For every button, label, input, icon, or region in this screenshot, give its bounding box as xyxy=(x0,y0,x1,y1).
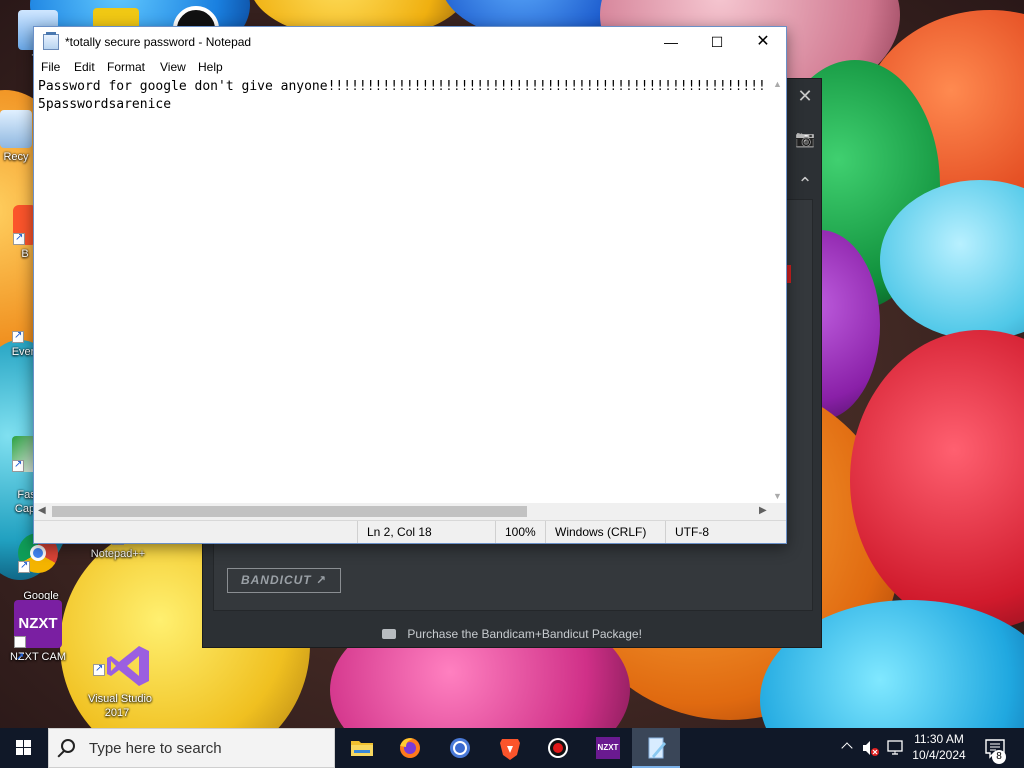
bandicam-screenshot-button[interactable]: 📷 xyxy=(788,123,822,157)
network-icon xyxy=(887,740,903,755)
menu-help[interactable]: Help xyxy=(198,60,223,74)
menu-file[interactable]: File xyxy=(41,60,60,74)
record-icon xyxy=(548,738,568,758)
notepad-window: *totally secure password - Notepad — ☐ ✕… xyxy=(33,26,787,544)
search-icon xyxy=(61,739,75,753)
desktop-icon-label: Ever xyxy=(11,346,35,358)
close-icon: ✕ xyxy=(756,33,770,50)
show-hidden-icons-button[interactable] xyxy=(838,728,856,768)
bandicam-close-button[interactable]: ✕ xyxy=(788,79,822,113)
scroll-down-icon[interactable]: ▼ xyxy=(773,491,782,501)
taskbar-clock[interactable]: 11:30 AM 10/4/2024 xyxy=(905,731,973,763)
start-button[interactable] xyxy=(0,728,48,768)
windows-logo-icon xyxy=(16,740,31,755)
volume-button[interactable] xyxy=(860,728,882,768)
scroll-left-icon[interactable]: ◀ xyxy=(38,505,46,516)
visual-studio-logo-icon xyxy=(107,646,150,686)
visual-studio-icon xyxy=(93,628,150,686)
vertical-scrollbar[interactable]: ▲ ▼ xyxy=(769,77,786,503)
firefox-icon xyxy=(400,738,420,758)
action-center-button[interactable]: 8 xyxy=(980,728,1010,768)
notification-count-badge: 8 xyxy=(992,750,1006,764)
taskbar-chrome[interactable] xyxy=(436,728,484,768)
status-line-ending: Windows (CRLF) xyxy=(545,521,646,543)
camera-icon: 📷 xyxy=(795,131,815,148)
status-cursor-position: Ln 2, Col 18 xyxy=(357,521,432,543)
maximize-icon: ☐ xyxy=(710,34,724,50)
search-placeholder: Type here to search xyxy=(89,740,222,757)
scroll-right-icon[interactable]: ▶ xyxy=(759,505,767,516)
chevron-up-icon: ⌃ xyxy=(797,174,813,194)
window-title: *totally secure password - Notepad xyxy=(65,35,252,49)
close-icon: ✕ xyxy=(797,86,813,106)
taskbar-file-explorer[interactable] xyxy=(338,728,386,768)
desktop-icon-recycle-bin[interactable]: Recy xyxy=(0,110,36,164)
nzxt-cam-icon: NZXT xyxy=(14,600,62,682)
chat-icon xyxy=(382,629,397,639)
taskbar-bandicam[interactable] xyxy=(534,728,582,768)
desktop-icon-visual-studio-2017[interactable]: Visual Studio 2017 xyxy=(78,600,156,720)
clock-date: 10/4/2024 xyxy=(912,748,966,762)
menu-view[interactable]: View xyxy=(160,60,186,74)
menu-edit[interactable]: Edit xyxy=(74,60,95,74)
editor-line: Password for google don't give anyone!!!… xyxy=(38,79,769,94)
desktop-icon-label: B xyxy=(21,248,29,260)
maximize-button[interactable]: ☐ xyxy=(694,27,740,57)
everything-icon xyxy=(12,325,34,343)
scrollbar-corner: ▶ xyxy=(759,503,786,520)
desktop-icon-label: Notepad++ xyxy=(90,548,146,560)
nzxt-icon: NZXT xyxy=(596,737,620,759)
status-encoding: UTF-8 xyxy=(665,521,709,543)
horizontal-scrollbar[interactable]: ◀ xyxy=(34,503,769,520)
purchase-text: Purchase the Bandicam+Bandicut Package! xyxy=(407,627,642,641)
minimize-icon: — xyxy=(664,34,678,50)
brave-icon xyxy=(500,739,520,760)
status-bar: Ln 2, Col 18 100% Windows (CRLF) UTF-8 xyxy=(34,520,786,543)
taskbar-notepad[interactable] xyxy=(632,728,680,768)
bandicam-purchase-link[interactable]: Purchase the Bandicam+Bandicut Package! xyxy=(203,621,821,647)
scroll-up-icon[interactable]: ▲ xyxy=(773,79,782,89)
speaker-muted-icon xyxy=(863,741,879,756)
clock-time: 11:30 AM xyxy=(914,732,964,746)
taskbar-firefox[interactable] xyxy=(386,728,434,768)
folder-icon xyxy=(351,741,373,756)
taskbar-nzxt-cam[interactable]: NZXT xyxy=(584,728,632,768)
desktop-icon-label: Recy xyxy=(3,151,29,163)
close-button[interactable]: ✕ xyxy=(740,27,786,57)
editor-line: 5passwordsarenice xyxy=(38,97,172,112)
desktop-icon-nzxt-cam[interactable]: NZXT NZXT CAM xyxy=(0,600,76,682)
notepad-titlebar[interactable]: *totally secure password - Notepad — ☐ ✕ xyxy=(34,27,786,57)
recycle-bin-icon xyxy=(0,110,32,148)
bandicut-button[interactable]: BANDICUT ↗ xyxy=(227,568,341,593)
nzxt-icon-text: NZXT xyxy=(597,743,619,752)
notepad-icon xyxy=(648,737,666,759)
minimize-button[interactable]: — xyxy=(648,27,694,57)
status-zoom: 100% xyxy=(495,521,536,543)
menu-format[interactable]: Format xyxy=(107,60,145,74)
text-editor[interactable]: Password for google don't give anyone!!!… xyxy=(34,77,769,503)
notepad-app-icon xyxy=(43,32,59,50)
network-button[interactable] xyxy=(884,728,906,768)
menu-bar: File Edit Format View Help xyxy=(34,57,786,77)
bandicam-collapse-button[interactable]: ⌃ xyxy=(788,167,822,201)
taskbar-brave[interactable] xyxy=(486,728,534,768)
chevron-up-icon xyxy=(841,742,853,754)
nzxt-logo-text: NZXT xyxy=(18,615,58,632)
taskbar: Type here to search NZXT 11:30 AM 10/4/2… xyxy=(0,728,1024,768)
taskbar-search-box[interactable]: Type here to search xyxy=(48,728,335,768)
chrome-icon xyxy=(450,738,470,758)
horizontal-scroll-thumb[interactable] xyxy=(52,506,527,517)
